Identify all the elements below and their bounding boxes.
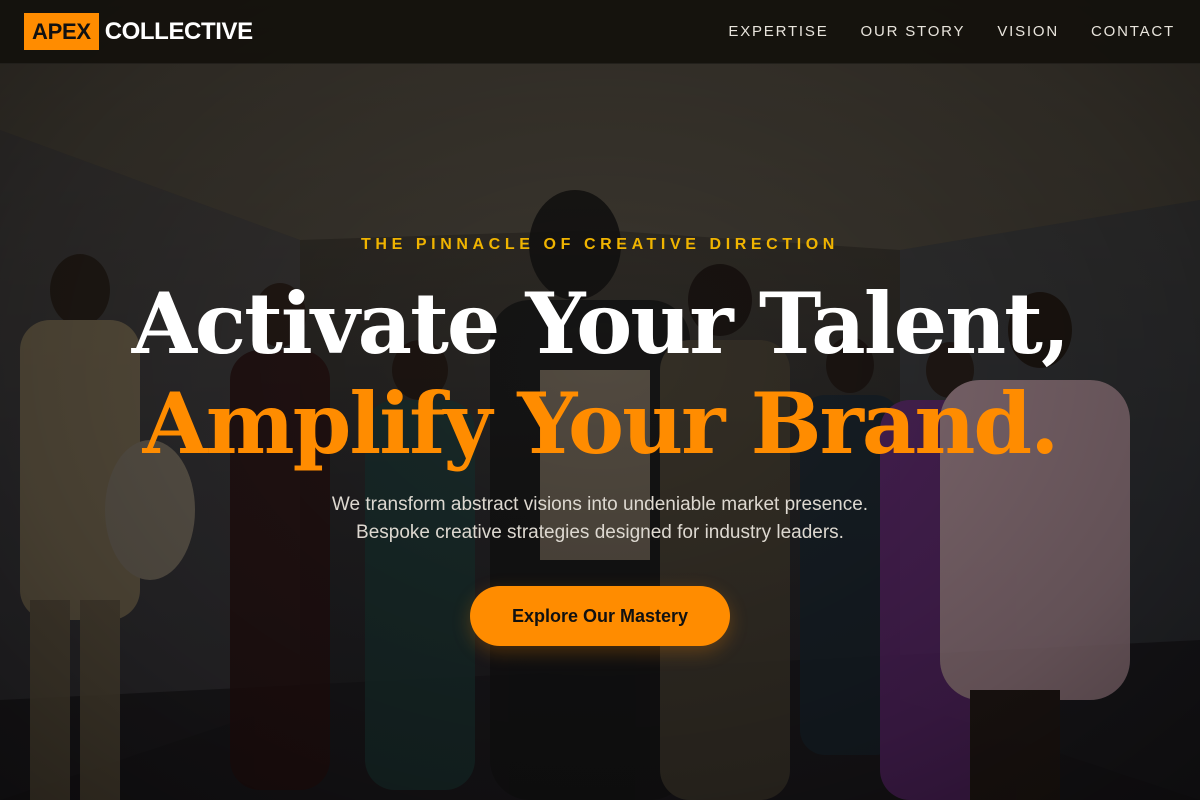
hero-subtext-line-1: We transform abstract visions into unden… xyxy=(331,494,869,515)
nav-link-vision[interactable]: VISION xyxy=(997,23,1059,40)
logo-highlight: APEX xyxy=(24,13,99,50)
hero-section: THE PINNACLE OF CREATIVE DIRECTION Activ… xyxy=(0,0,1200,800)
nav-link-contact[interactable]: CONTACT xyxy=(1091,23,1175,40)
explore-mastery-button[interactable]: Explore Our Mastery xyxy=(470,586,730,646)
nav-links: EXPERTISE OUR STORY VISION CONTACT xyxy=(728,23,1176,40)
hero-headline-line-2: Amplify Your Brand. xyxy=(142,374,1060,473)
top-navigation-bar: APEX COLLECTIVE EXPERTISE OUR STORY VISI… xyxy=(0,0,1200,64)
hero-eyebrow: THE PINNACLE OF CREATIVE DIRECTION xyxy=(361,236,839,253)
brand-logo[interactable]: APEX COLLECTIVE xyxy=(24,13,253,51)
nav-link-our-story[interactable]: OUR STORY xyxy=(861,23,966,40)
hero-subtext-line-2: Bespoke creative strategies designed for… xyxy=(356,522,844,543)
hero-headline-line-1: Activate Your Talent, xyxy=(131,274,1070,373)
logo-text: COLLECTIVE xyxy=(104,17,253,45)
nav-link-expertise[interactable]: EXPERTISE xyxy=(728,23,828,40)
